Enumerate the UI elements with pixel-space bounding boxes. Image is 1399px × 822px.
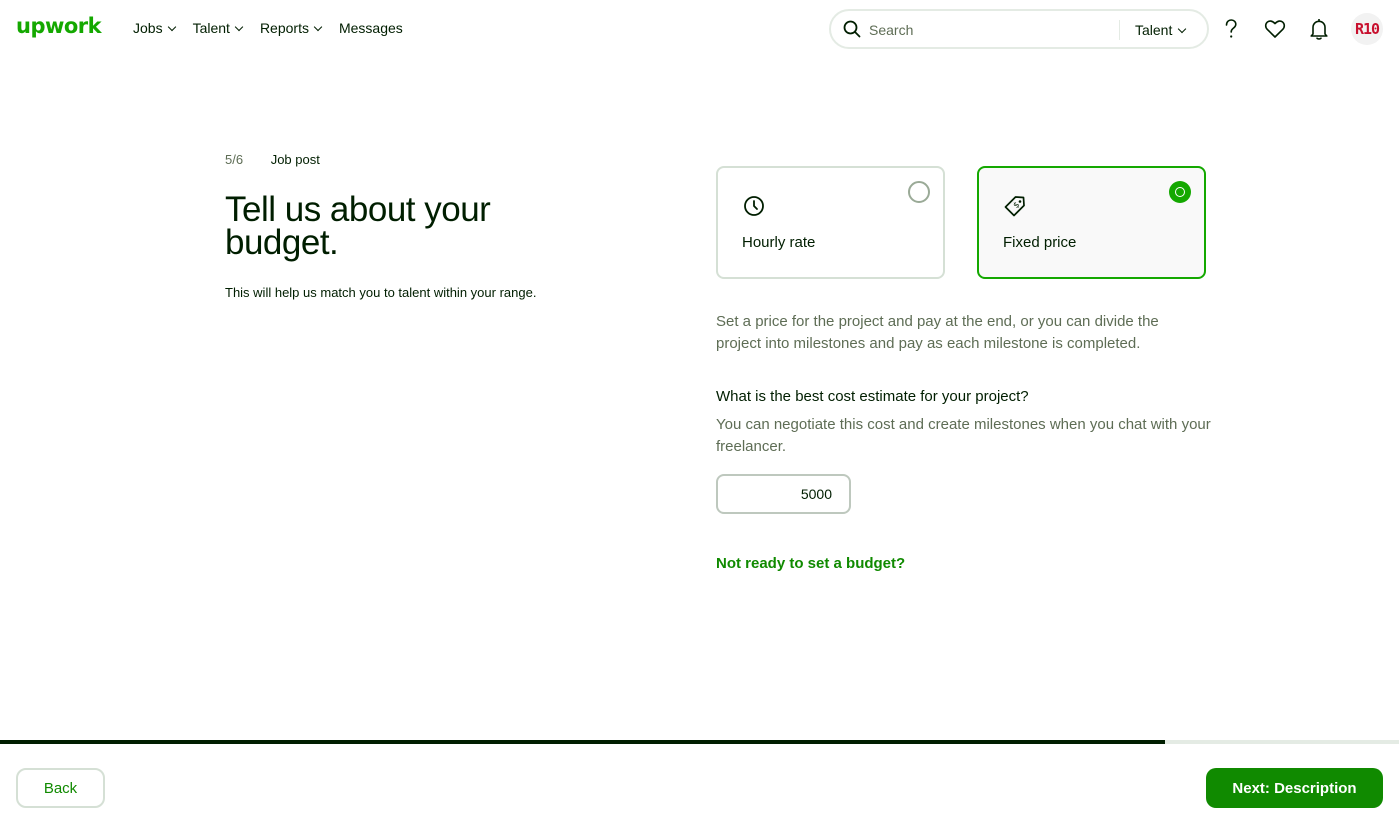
help-icon[interactable] [1219, 17, 1243, 41]
step-count: 5/6 [225, 152, 244, 167]
chevron-down-icon [313, 22, 323, 31]
cost-estimate-question: What is the best cost estimate for your … [716, 388, 1029, 405]
nav-messages-label: Messages [338, 20, 403, 36]
page-title: Tell us about your budget. [225, 190, 491, 262]
nav-talent[interactable]: Talent [192, 20, 244, 36]
chevron-down-icon [1178, 24, 1187, 33]
step-label: Job post [270, 152, 320, 167]
hourly-rate-option[interactable]: Hourly rate [716, 166, 945, 279]
nav-jobs[interactable]: Jobs [133, 20, 176, 36]
search-bar: Talent [829, 9, 1209, 49]
upwork-logo[interactable]: upwork [16, 14, 102, 38]
nav-reports[interactable]: Reports [259, 20, 323, 36]
progress-bar-fill [0, 740, 1166, 744]
top-nav-bar: upwork Jobs Talent Reports Messages Tale… [0, 0, 1399, 58]
nav-jobs-label: Jobs [133, 20, 163, 36]
progress-bar [0, 740, 1399, 744]
search-scope-label: Talent [1135, 22, 1173, 38]
chevron-down-icon [234, 22, 244, 31]
step-indicator: 5/6 Job post [225, 152, 320, 167]
not-ready-budget-link[interactable]: Not ready to set a budget? [716, 555, 905, 572]
avatar[interactable]: R10 [1351, 13, 1383, 45]
cost-estimate-hint: You can negotiate this cost and create m… [716, 416, 1211, 455]
fixed-price-description: Set a price for the project and pay at t… [716, 313, 1159, 352]
heart-icon[interactable] [1263, 17, 1287, 41]
fixed-price-radio[interactable] [1169, 181, 1191, 203]
price-tag-icon: $ [1004, 196, 1025, 217]
clock-icon [744, 196, 764, 216]
back-button[interactable]: Back [16, 768, 105, 808]
main-nav: Jobs Talent Reports Messages [133, 20, 421, 36]
chevron-down-icon [167, 22, 176, 31]
nav-reports-label: Reports [259, 20, 309, 36]
search-input[interactable] [869, 20, 1109, 40]
hourly-rate-radio[interactable] [908, 181, 930, 203]
fixed-price-label: Fixed price [1003, 234, 1077, 251]
fixed-price-option[interactable]: $ Fixed price [977, 166, 1206, 279]
notification-bell-icon[interactable] [1307, 17, 1331, 41]
search-divider [1119, 20, 1120, 40]
page-subtitle: This will help us match you to talent wi… [225, 285, 537, 300]
next-description-button[interactable]: Next: Description [1206, 768, 1383, 808]
search-icon[interactable] [843, 20, 861, 38]
hourly-rate-label: Hourly rate [742, 234, 816, 251]
nav-talent-label: Talent [192, 20, 230, 36]
cost-estimate-input[interactable] [716, 474, 851, 514]
nav-messages[interactable]: Messages [339, 20, 403, 36]
search-scope-dropdown[interactable]: Talent [1135, 22, 1187, 38]
